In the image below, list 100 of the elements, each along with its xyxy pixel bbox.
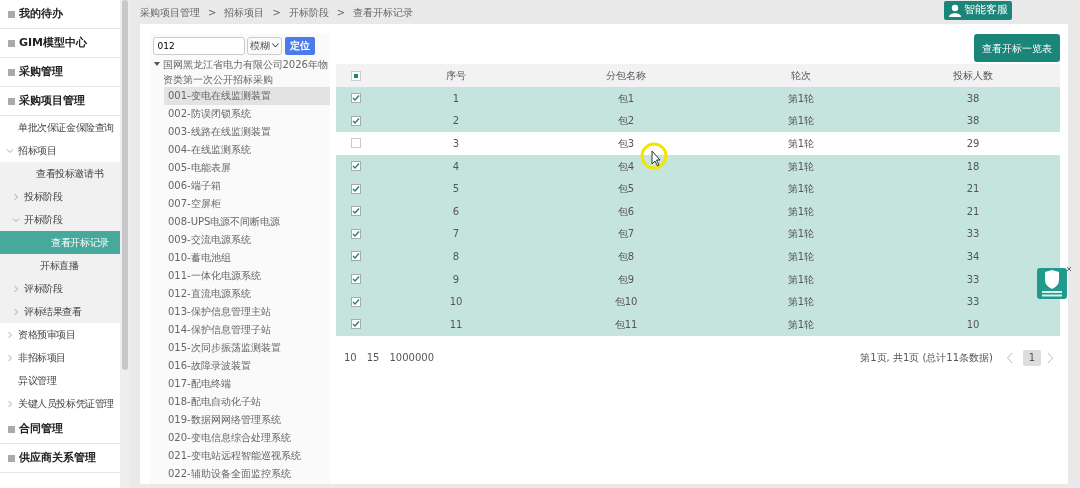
checkbox[interactable]: [351, 296, 361, 307]
table-cell: 包5: [617, 183, 635, 195]
page-summary: 第1页, 共1页 (总计11条数据): [860, 351, 993, 366]
breadcrumb-item[interactable]: 采购项目管理: [140, 4, 200, 20]
checkbox[interactable]: [351, 70, 361, 81]
tree-item[interactable]: 022-辅助设备全面监控系统: [164, 465, 330, 483]
tree-item[interactable]: 021-变电站远程智能巡视系统: [164, 447, 330, 465]
tree-item[interactable]: 010-蓄电池组: [164, 249, 330, 267]
tree-item[interactable]: 017-配电终端: [164, 375, 330, 393]
tree-item[interactable]: 008-UPS电源不间断电源: [164, 213, 330, 231]
sidebar-item[interactable]: 投标阶段: [0, 185, 120, 208]
table-cell: 8: [452, 250, 460, 262]
breadcrumb-item[interactable]: 招标项目: [224, 4, 265, 20]
sidebar-item[interactable]: 非招标项目: [0, 346, 120, 369]
caret-icon: [272, 43, 279, 48]
sidebar-item[interactable]: 评标结果查看: [0, 300, 120, 323]
table-cell: 29: [966, 138, 980, 149]
table-cell: 6: [452, 205, 460, 217]
tree-item[interactable]: 005-电能表屏: [164, 159, 330, 177]
breadcrumb-item: 查看开标记录: [353, 5, 414, 20]
tree-item[interactable]: 006-端子箱: [164, 177, 330, 195]
tree-item[interactable]: 013-保护信息管理主站: [164, 303, 330, 321]
table-cell: 38: [966, 92, 980, 104]
tree-item[interactable]: 015-次同步振荡监测装置: [164, 339, 330, 357]
table-cell: 11: [449, 318, 463, 330]
checkbox[interactable]: [351, 319, 361, 330]
table-cell: 第1轮: [787, 115, 815, 127]
table-cell: 包2: [617, 115, 635, 127]
sidebar-item[interactable]: 开标阶段: [0, 208, 120, 231]
view-list-button[interactable]: 查看开标一览表: [974, 34, 1060, 62]
page-size-option[interactable]: 10: [344, 350, 357, 366]
sidebar-item[interactable]: 异议管理: [0, 369, 120, 392]
sidebar-item[interactable]: 单批次保证金保险查询: [0, 116, 120, 139]
table-cell: 9: [452, 273, 460, 285]
page-number[interactable]: 1: [1023, 349, 1041, 366]
checkbox[interactable]: [351, 161, 361, 172]
breadcrumb-separator: >: [336, 5, 346, 20]
table-cell: 10: [449, 296, 463, 308]
table-cell: 33: [966, 296, 980, 308]
table-cell: 包11: [614, 318, 638, 330]
tree-item[interactable]: 003-线路在线监测装置: [164, 123, 330, 141]
checkbox[interactable]: [351, 251, 361, 262]
tree-item[interactable]: 019-数据网网络管理系统: [164, 411, 330, 429]
service-button[interactable]: 智能客服: [944, 1, 1012, 20]
tree-item[interactable]: 002-防误闭锁系统: [164, 105, 330, 123]
indeterminate-icon: [354, 73, 358, 78]
breadcrumb-item[interactable]: 开标阶段: [288, 4, 329, 20]
column-header: 序号: [445, 69, 467, 83]
checkbox[interactable]: [351, 183, 361, 194]
checkbox[interactable]: [351, 115, 361, 126]
table-cell: 3: [452, 138, 460, 149]
table-cell: 第1轮: [787, 318, 815, 330]
sidebar-item[interactable]: 关键人员投标凭证管理: [0, 392, 120, 415]
tree-item[interactable]: 004-在线监测系统: [164, 141, 330, 159]
table-cell: 7: [452, 228, 460, 240]
table-cell: 包10: [614, 296, 638, 308]
table-cell: 4: [452, 160, 460, 172]
table-cell: 21: [966, 183, 980, 195]
breadcrumb-separator: >: [272, 5, 281, 20]
table-cell: 1: [452, 92, 460, 104]
table-cell: 包4: [617, 160, 635, 172]
tree-item[interactable]: 012-直流电源系统: [164, 285, 330, 303]
table-cell: 第1轮: [787, 228, 815, 240]
table-cell: 第1轮: [787, 205, 815, 217]
sidebar-item[interactable]: 开标直播: [0, 254, 120, 277]
tree-item[interactable]: 018-配电自动化子站: [164, 393, 330, 411]
tree-item[interactable]: 001-变电在线监测装置: [164, 87, 330, 105]
checkbox[interactable]: [351, 93, 361, 104]
tree-item[interactable]: 011-一体化电源系统: [164, 267, 330, 285]
table-cell: 10: [966, 318, 980, 330]
table-cell: 包6: [617, 205, 635, 217]
tree-item[interactable]: 020-变电信息综合处理系统: [164, 429, 330, 447]
column-header: 轮次: [790, 69, 812, 83]
table-cell: 包3: [617, 138, 635, 149]
tree-item[interactable]: 014-保护信息管理子站: [164, 321, 330, 339]
table-cell: 第1轮: [787, 160, 815, 172]
sidebar-item[interactable]: 查看投标邀请书: [0, 162, 120, 185]
sidebar-item[interactable]: 评标阶段: [0, 277, 120, 300]
breadcrumb-separator: >: [208, 5, 217, 20]
sidebar-item[interactable]: 招标项目: [0, 139, 120, 162]
tree-item[interactable]: 016-故障录波装置: [164, 357, 330, 375]
checkbox[interactable]: [351, 206, 361, 217]
table-cell: 2: [452, 115, 460, 127]
checkbox[interactable]: [351, 274, 361, 285]
tree-item[interactable]: 007-空屏柜: [164, 195, 330, 213]
page-size-option[interactable]: 15: [366, 350, 380, 366]
table-cell: 33: [966, 273, 980, 285]
match-mode-select[interactable]: 模糊: [247, 36, 282, 55]
tree-item[interactable]: 009-交流电源系统: [164, 231, 330, 249]
search-field[interactable]: 012: [152, 36, 245, 55]
locate-button[interactable]: 定位: [284, 36, 315, 55]
page-size-option[interactable]: 1000000: [389, 350, 434, 366]
checkbox[interactable]: [351, 228, 361, 239]
table-cell: 第1轮: [787, 296, 815, 308]
tree-node[interactable]: 国网黑龙江省电力有限公司2026年物资类第一次公开招标采购: [150, 57, 330, 87]
table-cell: 38: [966, 115, 980, 127]
sidebar-item[interactable]: 资格预审项目: [0, 323, 120, 346]
checkbox[interactable]: [351, 138, 361, 149]
column-header: 分包名称: [605, 69, 647, 83]
table-cell: 第1轮: [787, 250, 815, 262]
